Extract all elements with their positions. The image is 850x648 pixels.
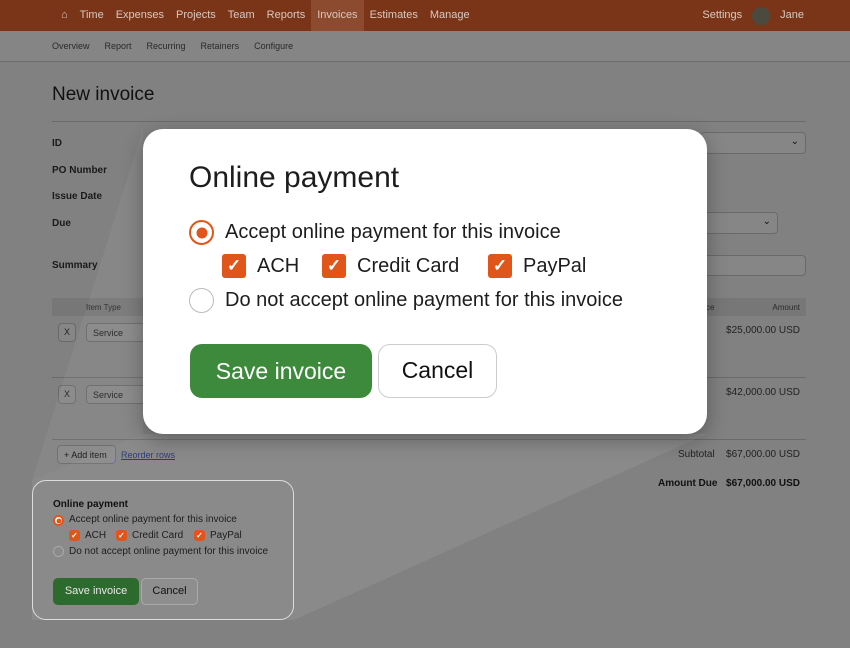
save-invoice-button[interactable]: Save invoice: [53, 578, 139, 605]
ach-checkbox[interactable]: ✓: [222, 254, 246, 278]
decline-label: Do not accept online payment for this in…: [69, 546, 268, 557]
cancel-button[interactable]: Cancel: [378, 344, 497, 398]
paypal-checkbox[interactable]: ✓: [488, 254, 512, 278]
credit-card-checkbox[interactable]: ✓: [116, 530, 127, 541]
accept-label: Accept online payment for this invoice: [225, 221, 561, 243]
credit-card-label: Credit Card: [132, 530, 184, 541]
save-invoice-button[interactable]: Save invoice: [190, 344, 372, 398]
decline-label: Do not accept online payment for this in…: [225, 289, 623, 311]
paypal-label: PayPal: [210, 530, 242, 541]
section-title: Online payment: [53, 499, 129, 510]
accept-label: Accept online payment for this invoice: [69, 514, 237, 525]
ach-checkbox[interactable]: ✓: [69, 530, 80, 541]
online-payment-modal: Online payment .modal .radio.on::after{w…: [143, 129, 707, 434]
decline-radio[interactable]: [53, 546, 64, 557]
paypal-label: PayPal: [523, 255, 587, 277]
accept-radio[interactable]: [53, 515, 64, 526]
ach-label: ACH: [85, 530, 107, 541]
decline-radio[interactable]: [189, 288, 214, 313]
online-payment-section: Online payment Accept online payment for…: [32, 480, 294, 620]
paypal-checkbox[interactable]: ✓: [194, 530, 205, 541]
ach-label: ACH: [257, 255, 300, 277]
credit-card-checkbox[interactable]: ✓: [322, 254, 346, 278]
accept-radio[interactable]: .modal .radio.on::after{width:11px;heigh…: [189, 220, 214, 245]
modal-title: Online payment: [189, 161, 400, 194]
credit-card-label: Credit Card: [357, 255, 460, 277]
cancel-button[interactable]: Cancel: [141, 578, 198, 605]
